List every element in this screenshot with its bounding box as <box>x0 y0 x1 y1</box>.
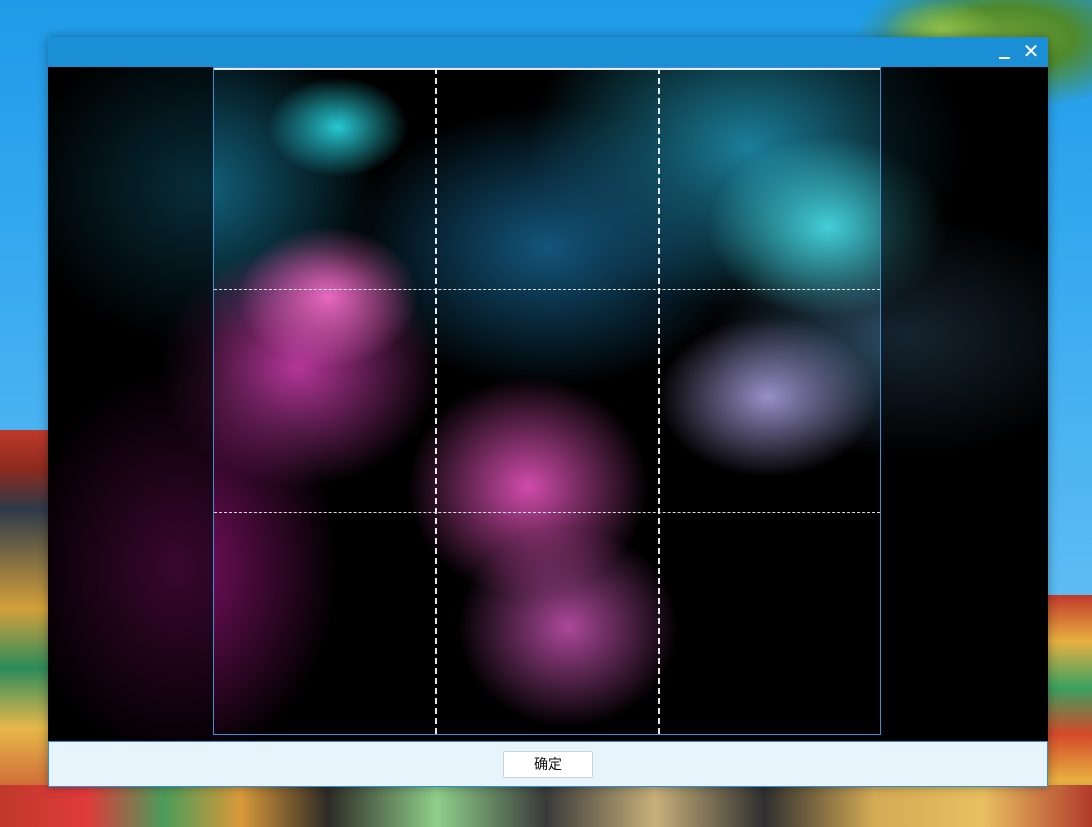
crop-selection-box[interactable] <box>213 67 881 735</box>
confirm-button[interactable]: 确定 <box>503 751 593 778</box>
crop-mask-left <box>48 67 213 741</box>
crop-grid-line-horizontal-1 <box>214 289 880 290</box>
minimize-button[interactable] <box>996 43 1014 61</box>
close-icon: ✕ <box>1022 41 1040 63</box>
image-crop-dialog: ✕ 确定 <box>48 37 1048 787</box>
title-bar[interactable]: ✕ <box>48 37 1048 67</box>
crop-grid-line-vertical-2 <box>658 68 660 734</box>
wallpaper-building-bottom <box>0 785 1092 827</box>
crop-canvas[interactable] <box>48 67 1048 741</box>
desktop-wallpaper: ✕ 确定 <box>0 0 1092 827</box>
crop-mask-right <box>881 67 1048 741</box>
dialog-footer: 确定 <box>48 741 1048 787</box>
minimize-icon <box>999 57 1010 59</box>
crop-top-edge[interactable] <box>214 68 880 70</box>
crop-grid-line-horizontal-2 <box>214 512 880 513</box>
crop-grid-line-vertical-1 <box>435 68 437 734</box>
close-button[interactable]: ✕ <box>1020 41 1042 63</box>
